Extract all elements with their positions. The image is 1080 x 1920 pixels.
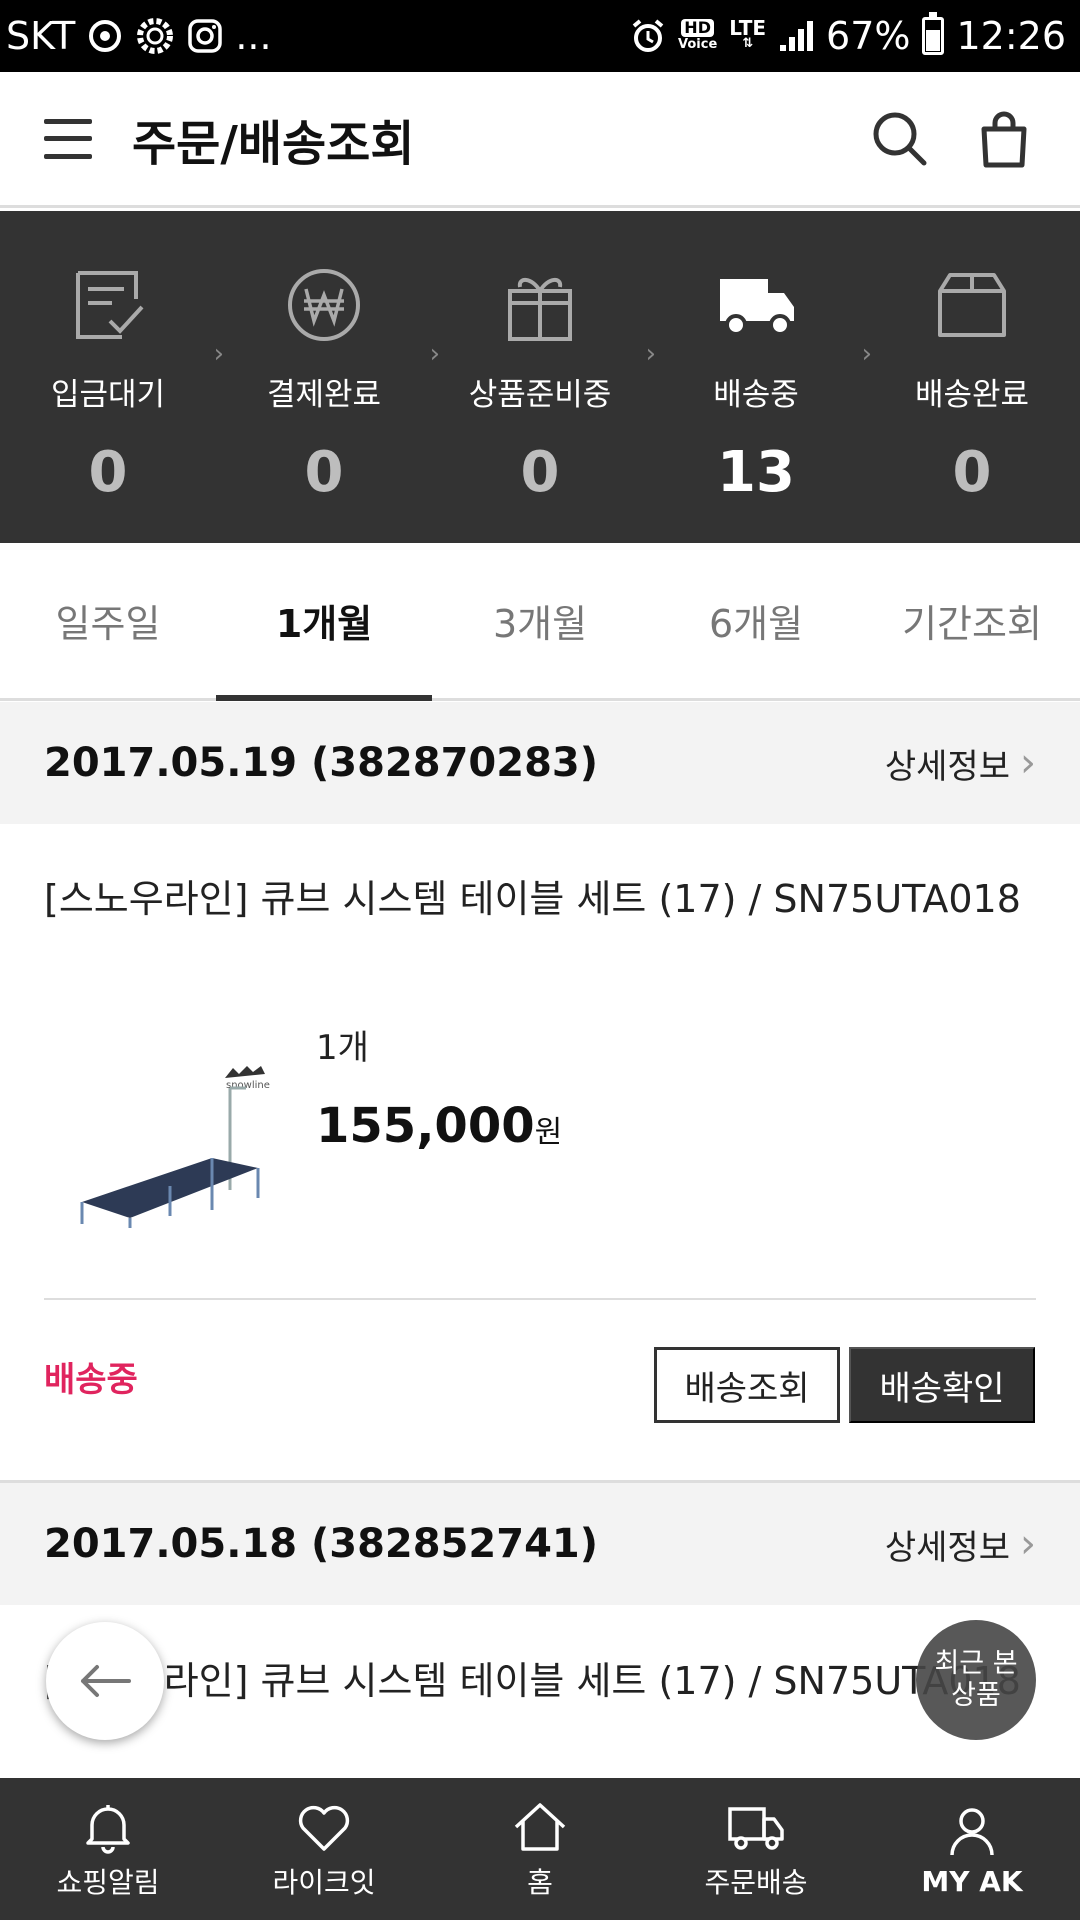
hd-label: HD <box>681 19 714 37</box>
won-coin-icon <box>288 269 360 341</box>
step-awaiting-payment[interactable]: 입금대기 0 › <box>0 211 224 543</box>
step-label: 결제완료 <box>266 377 382 413</box>
step-count: 0 <box>304 440 344 505</box>
step-label: 입금대기 <box>50 377 166 413</box>
truck-icon <box>720 279 794 336</box>
tab-3-months[interactable]: 3개월 <box>432 543 648 698</box>
nav-label: 쇼핑알림 <box>56 1866 160 1899</box>
box-icon <box>938 273 1006 337</box>
order-date-number: 2017.05.19 (382870283) <box>44 740 599 786</box>
order-header: 2017.05.18 (382852741) 상세정보 › <box>0 1483 1080 1605</box>
heart-icon <box>298 1805 350 1851</box>
detail-label: 상세정보 <box>884 746 1010 787</box>
step-payment-complete[interactable]: 결제완료 0 › <box>216 211 440 543</box>
order-header: 2017.05.19 (382870283) 상세정보 › <box>0 702 1080 824</box>
alarm-icon <box>630 18 666 54</box>
order-detail-link[interactable]: 상세정보 › <box>885 739 1036 788</box>
menu-icon[interactable] <box>44 118 92 159</box>
clock: 12:26 <box>956 14 1066 58</box>
bottom-navigation: 쇼핑알림 라이크잇 홈 주문배송 MY AK <box>0 1778 1080 1920</box>
tab-1-month[interactable]: 1개월 <box>216 543 432 701</box>
tab-custom-period[interactable]: 기간조회 <box>864 543 1080 698</box>
step-preparing[interactable]: 상품준비중 0 › <box>432 211 656 543</box>
home-icon <box>514 1803 566 1851</box>
gear-app-icon <box>135 16 175 56</box>
order-status-label: 배송중 <box>44 1360 138 1400</box>
instagram-icon <box>187 18 223 54</box>
order-status-summary: 입금대기 0 › 결제완료 0 › 상품준비중 0 › 배송중 13 › 배송완… <box>0 211 1080 543</box>
product-price: 155,000원 <box>316 1098 562 1154</box>
price-value: 155,000 <box>316 1098 535 1154</box>
product-name[interactable]: [스노우라인] 큐브 시스템 테이블 세트 (17) / SN75UTA018 <box>44 868 1044 930</box>
product-name[interactable]: [스노우라인] 큐브 시스템 테이블 세트 (17) / SN75UTA018 <box>44 1650 1044 1712</box>
recent-line2: 상품 <box>951 1680 1001 1711</box>
step-label: 배송중 <box>713 377 799 413</box>
back-button[interactable] <box>46 1622 164 1740</box>
price-currency: 원 <box>534 1115 563 1150</box>
search-icon[interactable] <box>868 107 932 171</box>
product-quantity: 1개 <box>316 1028 369 1068</box>
divider <box>44 1298 1036 1300</box>
arrow-left-icon <box>81 1665 131 1697</box>
recently-viewed-button[interactable]: 최근 본 상품 <box>916 1620 1036 1740</box>
tab-6-months[interactable]: 6개월 <box>648 543 864 698</box>
step-count: 0 <box>88 440 128 505</box>
period-tabs: 일주일 1개월 3개월 6개월 기간조회 <box>0 543 1080 701</box>
shopping-bag-icon[interactable] <box>972 107 1036 171</box>
step-label: 배송완료 <box>914 377 1030 413</box>
tab-1-week[interactable]: 일주일 <box>0 543 216 698</box>
battery-icon <box>922 12 945 55</box>
product-image[interactable]: snowline <box>70 1030 290 1230</box>
nav-shopping-alerts[interactable]: 쇼핑알림 <box>0 1778 216 1920</box>
page-title: 주문/배송조회 <box>132 115 415 172</box>
step-shipping[interactable]: 배송중 13 › <box>648 211 872 543</box>
step-count: 0 <box>520 440 560 505</box>
sync-icon <box>87 18 123 54</box>
nav-label: 홈 <box>527 1866 553 1899</box>
gift-icon <box>508 278 572 341</box>
nav-like-it[interactable]: 라이크잇 <box>216 1778 432 1920</box>
nav-order-delivery[interactable]: 주문배송 <box>648 1778 864 1920</box>
nav-home[interactable]: 홈 <box>432 1778 648 1920</box>
detail-label: 상세정보 <box>884 1527 1010 1568</box>
lte-indicator: LTE ⇅ <box>729 16 767 51</box>
step-label: 상품준비중 <box>468 377 612 413</box>
step-count: 13 <box>717 440 795 505</box>
lte-label: LTE <box>729 16 767 40</box>
app-header: 주문/배송조회 <box>0 72 1080 208</box>
step-count: 0 <box>952 440 992 505</box>
battery-percent: 67% <box>826 14 911 58</box>
chevron-right-icon: › <box>1020 1521 1036 1567</box>
carrier-label: SKT <box>6 14 76 58</box>
order-detail-link[interactable]: 상세정보 › <box>885 1520 1036 1569</box>
nav-label: MY AK <box>921 1864 1023 1898</box>
bell-icon <box>86 1805 130 1854</box>
truck-icon <box>728 1807 784 1850</box>
voice-label: Voice <box>678 37 718 52</box>
track-shipment-button[interactable]: 배송조회 <box>654 1347 840 1423</box>
step-delivered[interactable]: 배송완료 0 <box>864 211 1080 543</box>
signal-icon <box>778 19 814 53</box>
order-date-number: 2017.05.18 (382852741) <box>44 1521 599 1567</box>
hd-voice-indicator: HD Voice <box>678 19 717 53</box>
person-icon <box>950 1807 994 1855</box>
more-notifications: ... <box>235 14 272 58</box>
nav-my-ak[interactable]: MY AK <box>864 1778 1080 1920</box>
status-bar: SKT ... HD Voice LTE ⇅ 67% 12:26 <box>0 0 1080 72</box>
document-check-icon <box>76 271 144 339</box>
chevron-right-icon: › <box>1020 740 1036 786</box>
confirm-delivery-button[interactable]: 배송확인 <box>849 1347 1035 1423</box>
nav-label: 라이크잇 <box>272 1866 376 1899</box>
nav-label: 주문배송 <box>704 1866 808 1899</box>
recent-line1: 최근 본 <box>934 1648 1018 1679</box>
